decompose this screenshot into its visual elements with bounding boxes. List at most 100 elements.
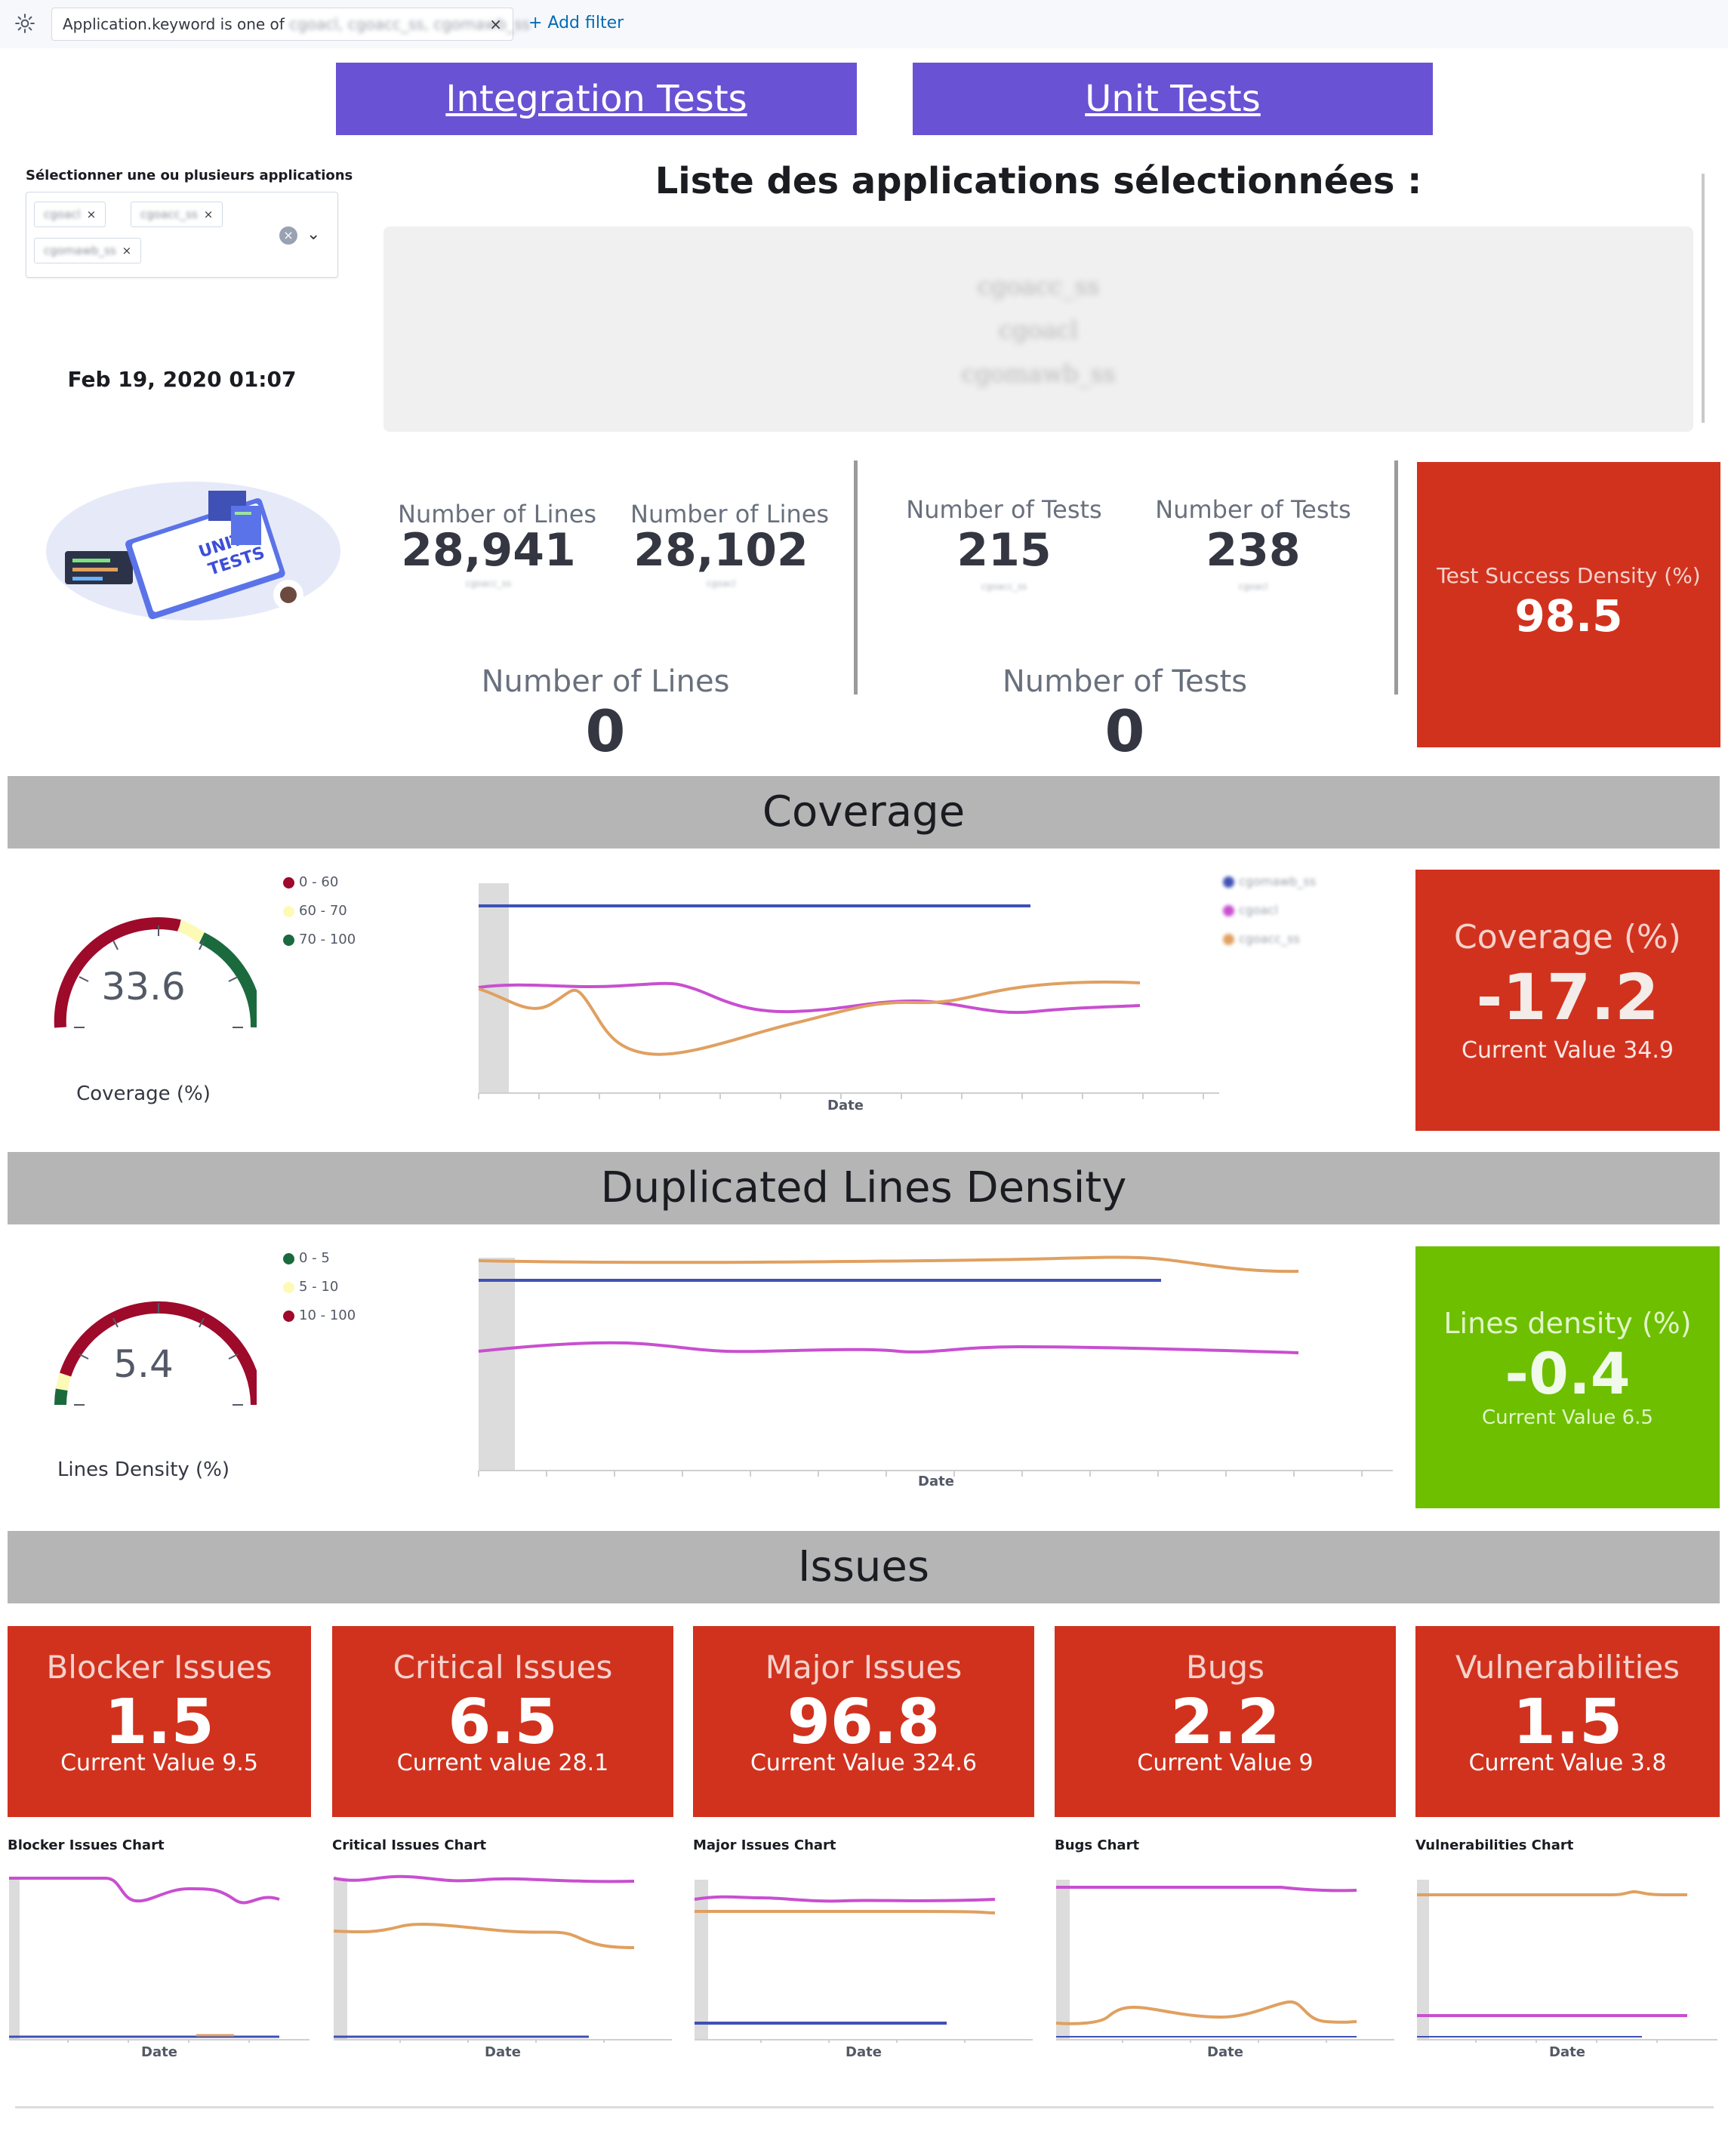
issue-tile-value: 6.5	[448, 1686, 558, 1758]
legend-dot	[1223, 905, 1234, 916]
chip-close-icon[interactable]: ×	[204, 208, 214, 221]
chip-label: cgoacc_ss	[140, 208, 198, 221]
add-filter-button[interactable]: + Add filter	[528, 8, 624, 39]
blocker-issues-chart	[9, 1877, 310, 2043]
major-chart-title: Major Issues Chart	[693, 1837, 836, 1853]
coverage-tile-value: -17.2	[1476, 960, 1659, 1034]
list-item: cgoacl	[999, 316, 1078, 344]
tests-app: cgoacc_ss	[981, 581, 1027, 592]
unit-tests-illustration: UNIT TESTS	[46, 482, 340, 621]
duplicated-tile: Lines density (%) -0.4 Current Value 6.5	[1415, 1246, 1720, 1508]
section-issues: Issues	[8, 1531, 1720, 1603]
chip-label: cgoacl	[44, 208, 81, 221]
filter-remove-icon[interactable]: ×	[489, 8, 502, 40]
legend-item[interactable]: cgoacl	[1223, 903, 1316, 932]
issue-tile-label: Blocker Issues	[46, 1649, 273, 1686]
coverage-series-legend: cgomawb_ss cgoacl cgoacc_ss	[1223, 874, 1316, 960]
legend-item[interactable]: 0 - 60	[283, 874, 356, 903]
legend-dot	[283, 876, 294, 889]
tests-value: 238	[1206, 524, 1301, 577]
lines-total-value: 0	[585, 698, 626, 765]
critical-issues-chart	[333, 1874, 672, 2043]
section-coverage: Coverage	[8, 776, 1720, 849]
applications-list: cgoacc_ss cgoacl cgomawb_ss	[383, 226, 1693, 432]
series-line	[478, 1341, 1299, 1354]
divider	[1394, 460, 1398, 695]
section-duplicated: Duplicated Lines Density	[8, 1152, 1720, 1224]
series-line	[694, 1895, 996, 1903]
legend-dot	[1223, 876, 1234, 888]
issue-tile-label: Vulnerabilities	[1455, 1649, 1680, 1686]
list-item: cgoacc_ss	[977, 272, 1100, 300]
x-axis-title: Date	[1549, 2044, 1585, 2060]
scrollbar[interactable]	[1702, 174, 1705, 423]
tests-app: cgoacl	[1238, 581, 1268, 592]
duplicated-x-axis-title: Date	[918, 1474, 954, 1489]
major-issues-tile: Major Issues 96.8 Current Value 324.6	[693, 1626, 1034, 1817]
legend-label: cgomawb_ss	[1239, 874, 1317, 889]
critical-issues-tile: Critical Issues 6.5 Current value 28.1	[332, 1626, 673, 1817]
legend-label: 5 - 10	[299, 1279, 339, 1295]
major-issues-chart	[694, 1880, 1033, 2043]
coverage-line-chart	[478, 883, 1219, 1099]
duplicated-gauge-value: 5.4	[113, 1342, 174, 1386]
issue-tile-value: 1.5	[1512, 1686, 1623, 1758]
coverage-gauge-legend: 0 - 60 60 - 70 70 - 100	[283, 874, 356, 960]
unit-tests-link[interactable]: Unit Tests	[913, 63, 1433, 135]
coverage-tile-current: Current Value 34.9	[1462, 1037, 1674, 1064]
issue-tile-value: 2.2	[1170, 1686, 1280, 1758]
legend-item[interactable]: 10 - 100	[283, 1307, 356, 1336]
vulnerabilities-chart	[1417, 1880, 1717, 2043]
divider	[854, 460, 858, 695]
issue-tile-value: 96.8	[787, 1686, 941, 1758]
coverage-gauge-label: Coverage (%)	[76, 1083, 211, 1105]
lines-value: 28,102	[633, 524, 809, 577]
issue-tile-current: Current Value 9.5	[60, 1750, 258, 1776]
gear-icon[interactable]	[14, 12, 36, 35]
duplicated-gauge-label: Lines Density (%)	[57, 1458, 230, 1481]
chip-close-icon[interactable]: ×	[87, 208, 97, 221]
vulnerabilities-chart-title: Vulnerabilities Chart	[1415, 1837, 1574, 1853]
bugs-chart	[1055, 1880, 1394, 2043]
issue-tile-current: Current value 28.1	[396, 1750, 609, 1776]
chevron-down-icon[interactable]: ⌄	[306, 225, 320, 244]
tests-label: Number of Tests	[906, 495, 1102, 524]
test-success-value: 98.5	[1514, 590, 1623, 642]
integration-tests-link[interactable]: Integration Tests	[336, 63, 857, 135]
test-success-label: Test Success Density (%)	[1437, 563, 1701, 588]
chip-app[interactable]: cgoacc_ss ×	[131, 202, 223, 227]
duplicated-gauge-legend: 0 - 5 5 - 10 10 - 100	[283, 1250, 356, 1336]
chip-app[interactable]: cgoacl ×	[34, 202, 106, 227]
filter-bar: Application.keyword is one of cgoacl, cg…	[0, 0, 1728, 48]
series-line	[1055, 2000, 1357, 2025]
clear-icon[interactable]: ×	[279, 226, 297, 245]
legend-item[interactable]: cgoacc_ss	[1223, 932, 1316, 960]
legend-item[interactable]: cgomawb_ss	[1223, 874, 1316, 903]
x-axis-title: Date	[141, 2044, 177, 2060]
legend-label: cgoacc_ss	[1239, 932, 1300, 946]
issue-tile-current: Current Value 3.8	[1468, 1750, 1667, 1776]
legend-dot	[283, 934, 294, 946]
legend-item[interactable]: 70 - 100	[283, 932, 356, 960]
tests-total-label: Number of Tests	[1002, 664, 1248, 699]
duplicated-line-chart	[478, 1255, 1393, 1477]
issue-tile-label: Bugs	[1186, 1649, 1264, 1686]
legend-item[interactable]: 60 - 70	[283, 903, 356, 932]
legend-label: 60 - 70	[299, 903, 347, 919]
legend-item[interactable]: 0 - 5	[283, 1250, 356, 1279]
filter-pill[interactable]: Application.keyword is one of cgoacl, cg…	[51, 8, 530, 41]
chip-app[interactable]: cgomawb_ss ×	[34, 238, 142, 263]
bugs-chart-title: Bugs Chart	[1055, 1837, 1140, 1853]
legend-label: 10 - 100	[299, 1307, 356, 1323]
coverage-tile-label: Coverage (%)	[1454, 918, 1681, 956]
legend-label: 70 - 100	[299, 932, 356, 947]
series-line	[478, 1255, 1299, 1274]
chip-close-icon[interactable]: ×	[122, 244, 132, 257]
series-line	[9, 1877, 280, 1905]
series-line	[478, 980, 1141, 1056]
legend-item[interactable]: 5 - 10	[283, 1279, 356, 1307]
issue-tile-label: Critical Issues	[393, 1649, 613, 1686]
issue-tile-current: Current Value 324.6	[750, 1750, 977, 1776]
bottom-divider	[15, 2106, 1714, 2108]
applications-title: Liste des applications sélectionnées :	[655, 160, 1422, 202]
